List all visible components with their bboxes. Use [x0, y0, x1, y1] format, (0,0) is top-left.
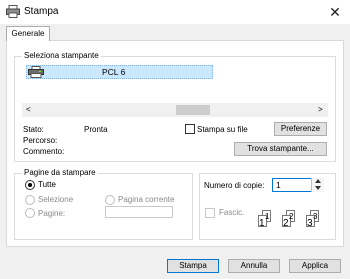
radio-pages-label: Pagine:	[38, 209, 66, 218]
spin-down-icon[interactable]	[315, 186, 321, 190]
printer-selection-label: Seleziona stampante	[22, 51, 101, 60]
scroll-left-arrow[interactable]: <	[26, 105, 31, 114]
radio-all[interactable]	[25, 180, 35, 190]
collate-checkbox[interactable]	[205, 208, 215, 218]
copies-stepper[interactable]: 1	[272, 178, 324, 192]
status-value: Pronta	[84, 125, 108, 134]
preferences-button[interactable]: Preferenze	[274, 122, 327, 136]
printer-icon	[6, 5, 20, 18]
copies-value: 1	[276, 180, 281, 190]
printer-icon	[28, 66, 44, 78]
collate-pages-icon: 1 1 2 2 3 3	[256, 208, 332, 236]
path-label: Percorso:	[23, 136, 58, 145]
radio-all-label: Tutte	[38, 180, 56, 189]
window-title: Stampa	[24, 6, 59, 17]
comment-label: Commento:	[23, 147, 65, 156]
cancel-button[interactable]: Annulla	[228, 259, 280, 273]
collate-page-number: 1	[259, 218, 265, 229]
pages-range-input[interactable]	[105, 206, 173, 218]
collate-page-number: 2	[283, 218, 289, 229]
print-to-file-label: Stampa su file	[197, 125, 248, 134]
radio-pages[interactable]	[25, 208, 35, 218]
collate-page-number: 2	[289, 212, 294, 221]
print-button[interactable]: Stampa	[167, 259, 219, 273]
radio-selection[interactable]	[25, 195, 35, 205]
close-button[interactable]: ✕	[320, 0, 350, 24]
find-printer-button[interactable]: Trova stampante...	[234, 142, 327, 156]
horizontal-scrollbar[interactable]	[22, 103, 328, 117]
collate-page-number: 3	[307, 218, 313, 229]
status-label: Stato:	[23, 125, 44, 134]
spin-up-icon[interactable]	[315, 179, 321, 183]
copies-spin-buttons[interactable]	[311, 178, 324, 192]
scroll-thumb[interactable]	[176, 105, 210, 115]
apply-button[interactable]: Applica	[289, 259, 341, 273]
scroll-right-arrow[interactable]: >	[318, 105, 323, 114]
collate-page-number: 1	[265, 212, 270, 221]
print-to-file-checkbox[interactable]	[185, 124, 195, 134]
printer-name: PCL 6	[102, 67, 126, 77]
radio-current-page[interactable]	[105, 195, 115, 205]
collate-label: Fascic.	[219, 208, 245, 217]
pages-group-label: Pagine da stampare	[22, 168, 98, 177]
close-icon: ✕	[329, 4, 341, 20]
collate-page-number: 3	[313, 212, 318, 221]
tab-general[interactable]: Generale	[6, 26, 50, 41]
radio-current-page-label: Pagina corrente	[118, 195, 175, 204]
radio-selection-label: Selezione	[38, 195, 74, 204]
copies-label: Numero di copie:	[204, 181, 265, 190]
radio-selected-dot	[28, 183, 32, 187]
